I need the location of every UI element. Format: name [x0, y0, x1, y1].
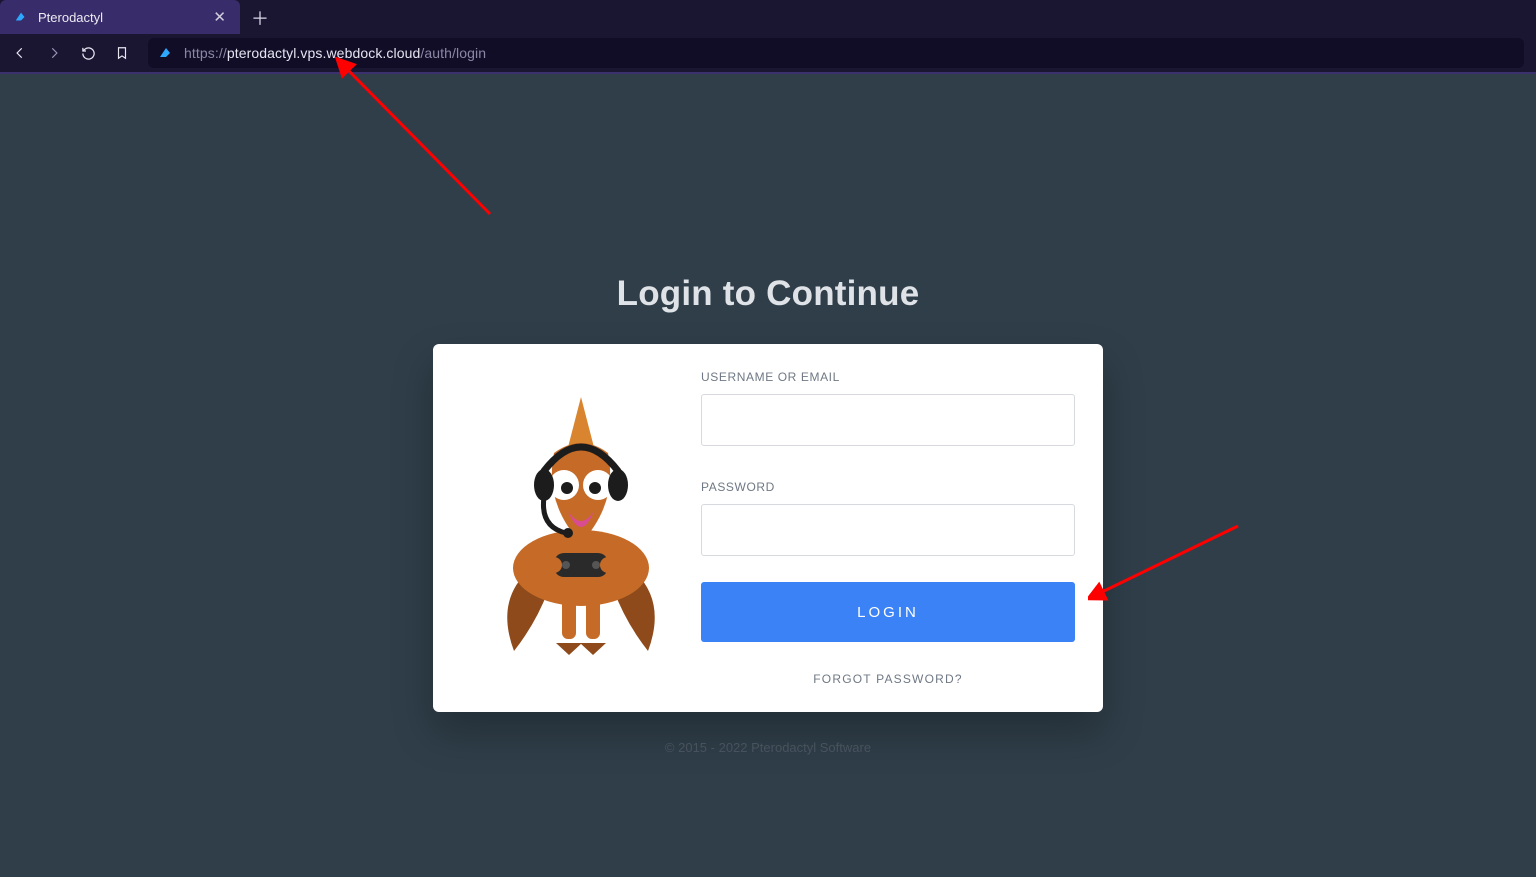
logo-column: [461, 370, 701, 686]
url-text: https://pterodactyl.vps.webdock.cloud/au…: [184, 45, 486, 61]
tab-strip: Pterodactyl ✕ ＋: [0, 0, 1536, 34]
login-card: USERNAME OR EMAIL PASSWORD LOGIN FORGOT …: [433, 344, 1103, 712]
bookmark-button[interactable]: [106, 37, 138, 69]
footer-text: © 2015 - 2022 Pterodactyl Software: [665, 740, 871, 755]
site-favicon-icon: [158, 45, 174, 61]
pterodactyl-mascot-icon: [496, 393, 666, 663]
close-tab-icon[interactable]: ✕: [213, 8, 226, 26]
tab-title: Pterodactyl: [38, 10, 103, 25]
browser-tab[interactable]: Pterodactyl ✕: [0, 0, 240, 34]
url-scheme: https://: [184, 45, 227, 61]
new-tab-button[interactable]: ＋: [244, 2, 276, 34]
browser-toolbar: https://pterodactyl.vps.webdock.cloud/au…: [0, 34, 1536, 72]
page-content: Login to Continue: [0, 74, 1536, 877]
url-host: pterodactyl.vps.webdock.cloud: [227, 45, 421, 61]
password-label: PASSWORD: [701, 480, 1075, 494]
back-button[interactable]: [4, 37, 36, 69]
reload-button[interactable]: [72, 37, 104, 69]
address-bar[interactable]: https://pterodactyl.vps.webdock.cloud/au…: [148, 38, 1524, 68]
username-input[interactable]: [701, 394, 1075, 446]
url-path: /auth/login: [420, 45, 486, 61]
page-title: Login to Continue: [617, 274, 920, 314]
browser-chrome: Pterodactyl ✕ ＋ https://pterodactyl.vps.…: [0, 0, 1536, 74]
login-button[interactable]: LOGIN: [701, 582, 1075, 642]
login-form: USERNAME OR EMAIL PASSWORD LOGIN FORGOT …: [701, 370, 1075, 686]
forgot-password-link[interactable]: FORGOT PASSWORD?: [701, 672, 1075, 686]
password-field: PASSWORD: [701, 480, 1075, 556]
tab-favicon-icon: [14, 10, 28, 24]
username-field: USERNAME OR EMAIL: [701, 370, 1075, 446]
username-label: USERNAME OR EMAIL: [701, 370, 1075, 384]
password-input[interactable]: [701, 504, 1075, 556]
forward-button[interactable]: [38, 37, 70, 69]
